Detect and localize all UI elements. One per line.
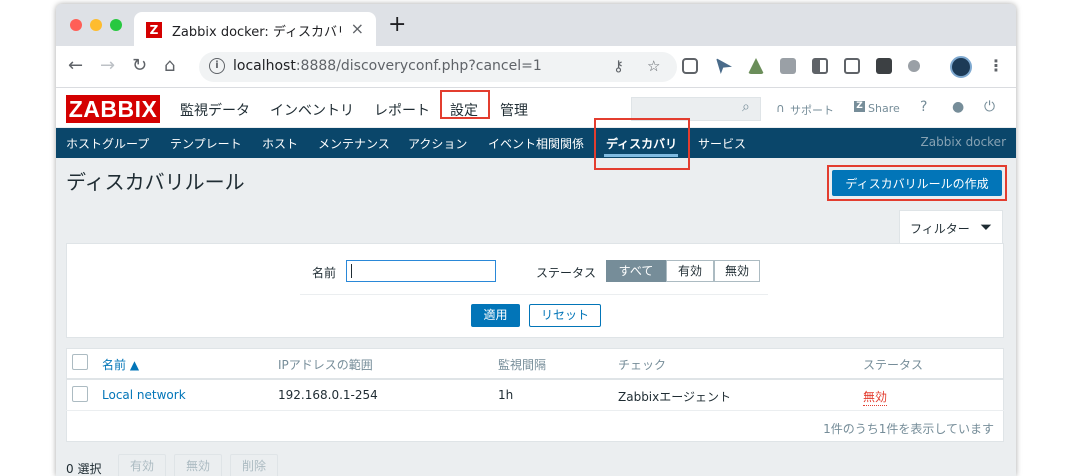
selected-count: 0 選択 [66, 462, 102, 476]
menu-administration[interactable]: 管理 [500, 100, 528, 120]
discovery-highlight-box [594, 118, 690, 170]
header-divider [66, 378, 1004, 380]
close-tab-icon[interactable]: × [351, 19, 364, 38]
address-bar[interactable]: i localhost:8888/discoveryconf.php?cance… [199, 52, 677, 82]
rule-checks: Zabbixエージェント [618, 390, 732, 404]
sub-event-correlation[interactable]: イベント相関関係 [488, 135, 584, 152]
sub-maintenance[interactable]: メンテナンス [318, 135, 390, 152]
menu-kebab-icon[interactable]: ⋮ [988, 56, 1004, 75]
menu-inventory[interactable]: インベントリ [270, 100, 354, 120]
user-profile-icon[interactable]: ● [952, 99, 964, 115]
rule-ip-range: 192.168.0.1-254 [278, 388, 378, 402]
sub-services[interactable]: サービス [698, 135, 746, 152]
status-filter-label: ステータス [536, 266, 597, 280]
column-header-ip-range: IPアドレスの範囲 [278, 358, 373, 372]
column-header-interval: 監視間隔 [498, 358, 547, 372]
url-text: localhost:8888/discoveryconf.php?cancel=… [233, 58, 542, 74]
forward-icon[interactable]: → [100, 55, 115, 77]
sub-navigation: ホストグループ テンプレート ホスト メンテナンス アクション イベント相関関係… [56, 128, 1016, 158]
home-icon[interactable]: ⌂ [164, 55, 175, 77]
page-title: ディスカバリルール [66, 170, 245, 194]
configuration-highlight-box [440, 90, 490, 119]
filter-tab-label: フィルター [910, 222, 970, 236]
support-link[interactable]: サポート [790, 102, 834, 118]
table-paging-summary: 1件のうち1件を表示しています [823, 422, 994, 436]
rule-interval: 1h [498, 388, 514, 402]
filter-tab[interactable]: フィルター ⏷ [899, 210, 1003, 244]
bulb-icon[interactable] [908, 60, 920, 72]
tab-strip: Z Zabbix docker: ディスカバリル × + [56, 4, 1016, 46]
row-divider [66, 410, 1004, 411]
browser-tab[interactable]: Z Zabbix docker: ディスカバリル × [134, 12, 376, 46]
reset-filter-button[interactable]: リセット [529, 304, 601, 327]
rule-status-toggle[interactable]: 無効 [863, 388, 888, 406]
menu-reports[interactable]: レポート [374, 100, 430, 120]
mass-enable-button[interactable]: 有効 [118, 454, 166, 476]
rule-name-link[interactable]: Local network [102, 388, 186, 402]
reload-icon[interactable]: ↻ [132, 55, 147, 77]
zabbix-logo[interactable]: ZABBIX [66, 95, 160, 123]
mass-delete-button[interactable]: 削除 [230, 454, 278, 476]
new-tab-icon[interactable]: + [388, 14, 406, 36]
drive-icon[interactable] [748, 58, 764, 74]
screenshot-icon[interactable] [876, 58, 892, 74]
minimize-window-button[interactable] [90, 19, 102, 31]
status-disabled-option[interactable]: 無効 [714, 260, 760, 282]
tab-title: Zabbix docker: ディスカバリル [172, 25, 342, 40]
panel-icon[interactable] [812, 58, 828, 74]
status-enabled-option[interactable]: 有効 [666, 260, 714, 282]
row-checkbox[interactable] [72, 386, 88, 402]
funnel-icon: ⏷ [980, 218, 993, 236]
profile-avatar[interactable] [950, 56, 972, 78]
name-filter-label: 名前 [312, 266, 337, 280]
mass-disable-button[interactable]: 無効 [174, 454, 222, 476]
share-z-icon: Z [854, 101, 865, 112]
filter-divider [300, 294, 768, 295]
text-caret [351, 264, 352, 278]
search-icon[interactable]: ⌕ [742, 99, 750, 115]
back-icon[interactable]: ← [68, 55, 83, 77]
share-link[interactable]: Share [868, 102, 900, 115]
column-header-name[interactable]: 名前 ▲ [102, 356, 139, 373]
browser-window: Z Zabbix docker: ディスカバリル × + ← → ↻ ⌂ i l… [56, 4, 1016, 476]
column-header-checks: チェック [618, 358, 667, 372]
sub-templates[interactable]: テンプレート [170, 135, 242, 152]
status-all-option[interactable]: すべて [606, 260, 666, 282]
maximize-window-button[interactable] [110, 19, 122, 31]
headset-icon: ∩ [776, 101, 785, 115]
name-filter-input[interactable] [346, 260, 496, 282]
server-name-label: Zabbix docker [920, 135, 1006, 149]
sub-actions[interactable]: アクション [408, 135, 467, 152]
sign-out-icon[interactable]: ⏻ [984, 99, 995, 115]
help-icon[interactable]: ? [920, 99, 927, 115]
cursor-extension-icon[interactable] [716, 58, 732, 74]
zabbix-header: ZABBIX 監視データ インベントリ レポート 設定 管理 ⌕ ∩ サポート … [56, 88, 1016, 128]
column-header-status: ステータス [863, 358, 924, 372]
key-icon[interactable]: ⚷ [613, 57, 624, 75]
bookmark-star-icon[interactable]: ☆ [647, 57, 660, 75]
menu-monitoring[interactable]: 監視データ [180, 100, 250, 120]
zabbix-favicon-icon: Z [146, 22, 162, 38]
close-window-button[interactable] [70, 19, 82, 31]
create-button-highlight-box [827, 165, 1007, 201]
info-icon[interactable]: i [209, 58, 225, 74]
sub-host-groups[interactable]: ホストグループ [66, 135, 149, 152]
grid-icon[interactable] [844, 58, 860, 74]
apply-filter-button[interactable]: 適用 [471, 304, 520, 327]
pocket-icon[interactable] [682, 58, 698, 74]
extension-x-icon[interactable] [780, 58, 796, 74]
select-all-checkbox[interactable] [72, 354, 88, 370]
browser-toolbar: ← → ↻ ⌂ i localhost:8888/discoveryconf.p… [56, 46, 1016, 88]
sub-hosts[interactable]: ホスト [262, 135, 298, 152]
